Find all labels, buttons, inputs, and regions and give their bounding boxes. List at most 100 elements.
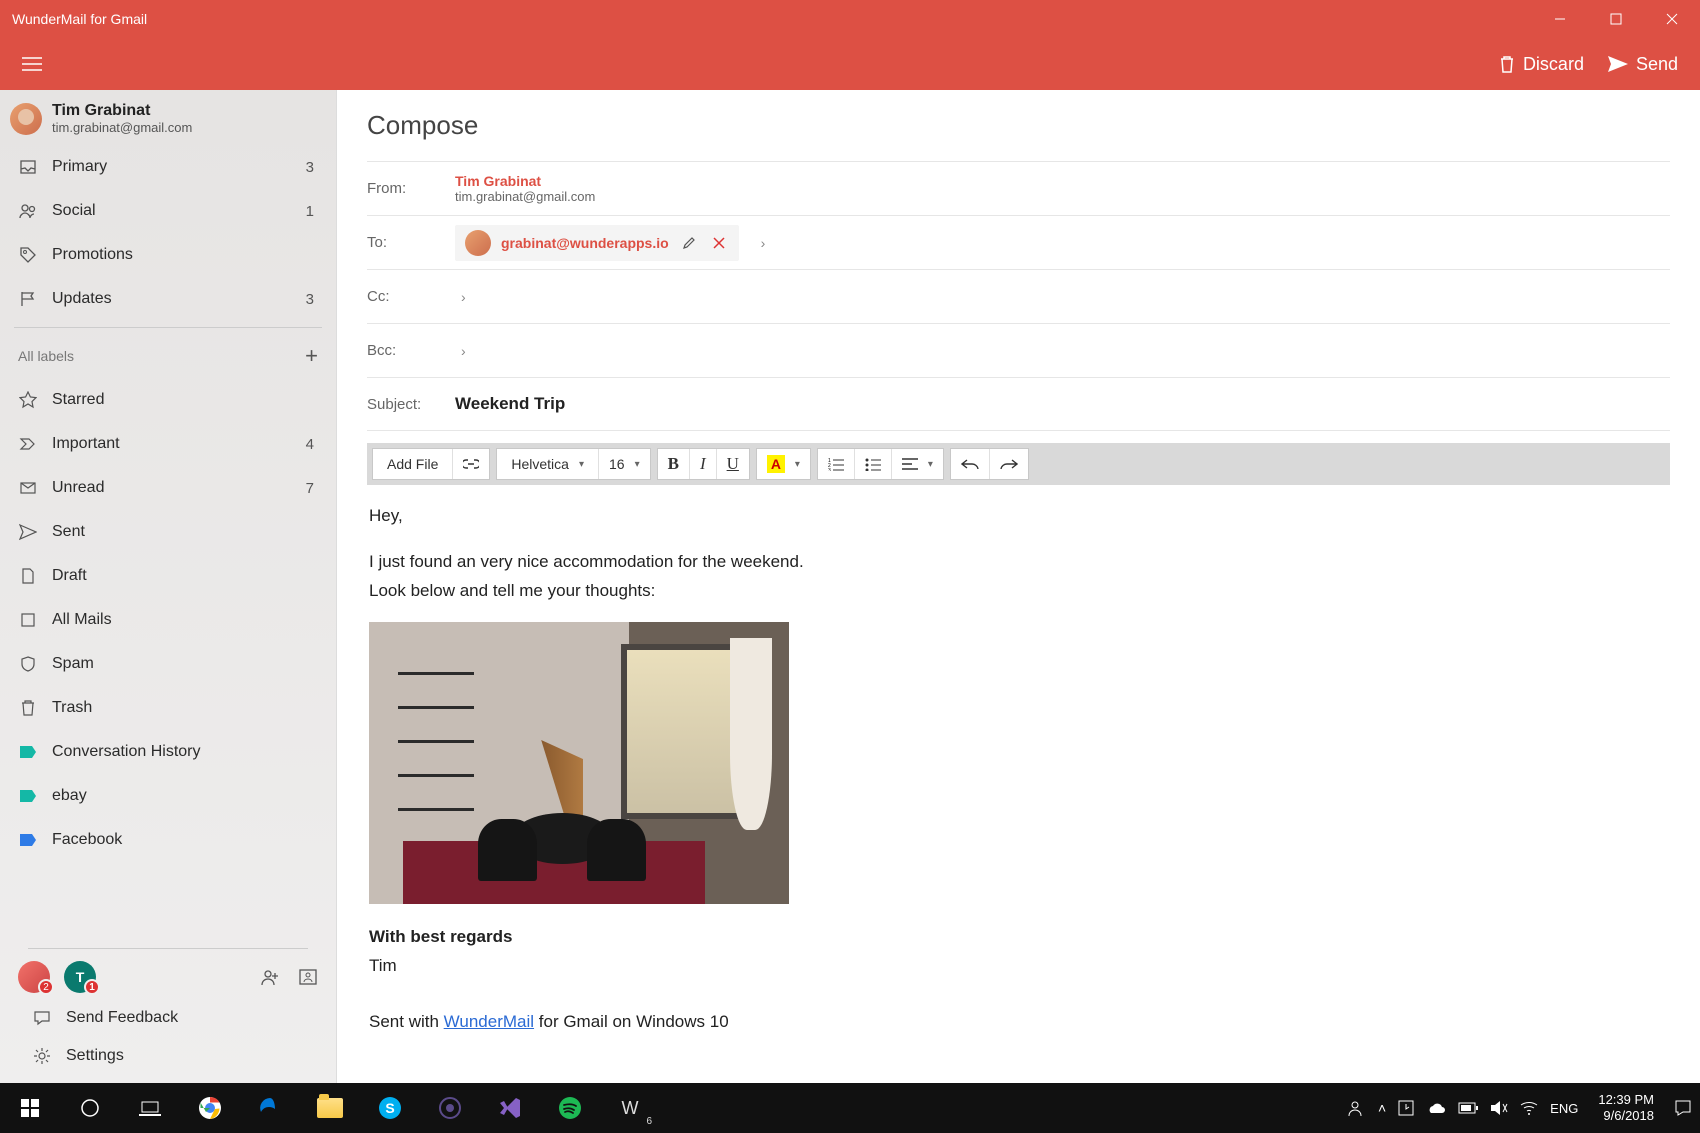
sidebar-item-primary[interactable]: Primary 3 bbox=[0, 145, 336, 189]
tray-notifications-icon[interactable] bbox=[1674, 1099, 1692, 1117]
sidebar-item-important[interactable]: Important4 bbox=[0, 422, 336, 466]
all-labels-row: All labels + bbox=[0, 334, 336, 378]
compose-body[interactable]: Hey, I just found an very nice accommoda… bbox=[367, 485, 1670, 1056]
taskbar-app-chrome[interactable] bbox=[180, 1083, 240, 1133]
account-email: tim.grabinat@gmail.com bbox=[52, 120, 192, 135]
account-header[interactable]: Tim Grabinat tim.grabinat@gmail.com bbox=[0, 90, 336, 145]
tray-wifi-icon[interactable] bbox=[1520, 1101, 1538, 1115]
edit-icon[interactable] bbox=[679, 233, 699, 253]
bold-button[interactable]: B bbox=[658, 449, 690, 479]
tray-clock[interactable]: 12:39 PM 9/6/2018 bbox=[1590, 1092, 1662, 1123]
mail-icon bbox=[18, 479, 38, 497]
add-label-button[interactable]: + bbox=[305, 343, 318, 369]
taskbar-app-spotify[interactable] bbox=[540, 1083, 600, 1133]
bcc-row[interactable]: Bcc: › bbox=[367, 323, 1670, 377]
account-name: Tim Grabinat bbox=[52, 102, 192, 120]
remove-icon[interactable] bbox=[709, 233, 729, 253]
sidebar-item-feedback[interactable]: Send Feedback bbox=[14, 999, 322, 1037]
subject-row: Subject: bbox=[367, 377, 1670, 431]
avatar bbox=[465, 230, 491, 256]
underline-button[interactable]: U bbox=[717, 449, 749, 479]
sidebar-item-spam[interactable]: Spam bbox=[0, 642, 336, 686]
account-avatar-1[interactable]: 2 bbox=[18, 961, 50, 993]
wundermail-link[interactable]: WunderMail bbox=[444, 1012, 534, 1031]
avatar bbox=[10, 103, 42, 135]
color-button[interactable]: A bbox=[757, 449, 810, 479]
svg-text:3: 3 bbox=[828, 468, 831, 471]
add-file-button[interactable]: Add File bbox=[373, 449, 453, 479]
bullet-list-button[interactable] bbox=[855, 449, 892, 479]
cc-row[interactable]: Cc: › bbox=[367, 269, 1670, 323]
from-name: Tim Grabinat bbox=[455, 173, 595, 189]
from-email: tim.grabinat@gmail.com bbox=[455, 189, 595, 204]
ordered-list-button[interactable]: 123 bbox=[818, 449, 855, 479]
sidebar: Tim Grabinat tim.grabinat@gmail.com Prim… bbox=[0, 90, 337, 1083]
tray-chevron-icon[interactable]: ˄ bbox=[1378, 1100, 1386, 1116]
to-label: To: bbox=[367, 234, 439, 251]
tray-volume-icon[interactable] bbox=[1490, 1100, 1508, 1116]
redo-button[interactable] bbox=[990, 449, 1028, 479]
window-minimize[interactable] bbox=[1532, 0, 1588, 38]
taskbar-app-edge[interactable] bbox=[240, 1083, 300, 1133]
taskbar-app-wundermail[interactable]: W6 bbox=[600, 1083, 660, 1133]
trash-icon bbox=[1499, 55, 1515, 73]
sidebar-item-trash[interactable]: Trash bbox=[0, 686, 336, 730]
undo-button[interactable] bbox=[951, 449, 990, 479]
sidebar-item-updates[interactable]: Updates 3 bbox=[0, 277, 336, 321]
editor-toolbar: Add File Helvetica 16 B I U A 123 bbox=[367, 443, 1670, 485]
from-label: From: bbox=[367, 180, 439, 197]
recipient-address: grabinat@wunderapps.io bbox=[501, 235, 669, 251]
sidebar-item-ebay[interactable]: ebay bbox=[0, 774, 336, 818]
shield-icon bbox=[18, 655, 38, 673]
send-button[interactable]: Send bbox=[1608, 54, 1678, 75]
sidebar-item-unread[interactable]: Unread7 bbox=[0, 466, 336, 510]
window-maximize[interactable] bbox=[1588, 0, 1644, 38]
sidebar-item-starred[interactable]: Starred bbox=[0, 378, 336, 422]
taskview-button[interactable] bbox=[120, 1083, 180, 1133]
align-button[interactable] bbox=[892, 449, 943, 479]
italic-button[interactable]: I bbox=[690, 449, 717, 479]
compose-pane: Compose From: Tim Grabinat tim.grabinat@… bbox=[337, 90, 1700, 1083]
subject-input[interactable] bbox=[455, 394, 1670, 414]
taskbar-app-unknown1[interactable] bbox=[420, 1083, 480, 1133]
size-select[interactable]: 16 bbox=[599, 449, 650, 479]
page-title: Compose bbox=[367, 110, 1670, 141]
tray-language[interactable]: ENG bbox=[1550, 1101, 1578, 1116]
send-icon bbox=[1608, 56, 1628, 72]
hamburger-menu[interactable] bbox=[12, 44, 52, 84]
sidebar-item-sent[interactable]: Sent bbox=[0, 510, 336, 554]
all-labels-text: All labels bbox=[18, 348, 74, 364]
chevron-right-icon[interactable]: › bbox=[461, 289, 466, 305]
discard-button[interactable]: Discard bbox=[1499, 54, 1584, 75]
sidebar-item-draft[interactable]: Draft bbox=[0, 554, 336, 598]
subject-label: Subject: bbox=[367, 396, 439, 413]
divider bbox=[28, 948, 308, 949]
chevron-right-icon[interactable]: › bbox=[461, 343, 466, 359]
account-avatar-2[interactable]: T1 bbox=[64, 961, 96, 993]
tray-battery-icon[interactable] bbox=[1458, 1102, 1478, 1114]
sidebar-item-social[interactable]: Social 1 bbox=[0, 189, 336, 233]
taskbar-app-explorer[interactable] bbox=[300, 1083, 360, 1133]
to-row[interactable]: To: grabinat@wunderapps.io › bbox=[367, 215, 1670, 269]
sidebar-item-conversation-history[interactable]: Conversation History bbox=[0, 730, 336, 774]
start-button[interactable] bbox=[0, 1083, 60, 1133]
add-account-icon[interactable] bbox=[260, 967, 280, 987]
taskbar-app-skype[interactable]: S bbox=[360, 1083, 420, 1133]
sidebar-item-settings[interactable]: Settings bbox=[14, 1037, 322, 1075]
sidebar-item-promotions[interactable]: Promotions bbox=[0, 233, 336, 277]
sidebar-item-facebook[interactable]: Facebook bbox=[0, 818, 336, 862]
label-icon bbox=[18, 789, 38, 803]
tray-people-icon[interactable] bbox=[1348, 1099, 1366, 1117]
cortana-button[interactable] bbox=[60, 1083, 120, 1133]
sidebar-item-allmails[interactable]: All Mails bbox=[0, 598, 336, 642]
link-button[interactable] bbox=[453, 449, 489, 479]
tray-onedrive-icon[interactable] bbox=[1426, 1101, 1446, 1115]
taskbar-app-visualstudio[interactable] bbox=[480, 1083, 540, 1133]
window-close[interactable] bbox=[1644, 0, 1700, 38]
recipient-chip[interactable]: grabinat@wunderapps.io bbox=[455, 225, 739, 261]
chevron-right-icon[interactable]: › bbox=[761, 235, 766, 251]
people-icon bbox=[18, 202, 38, 220]
accounts-icon[interactable] bbox=[298, 967, 318, 987]
tray-update-icon[interactable] bbox=[1398, 1100, 1414, 1116]
font-select[interactable]: Helvetica bbox=[497, 449, 599, 479]
